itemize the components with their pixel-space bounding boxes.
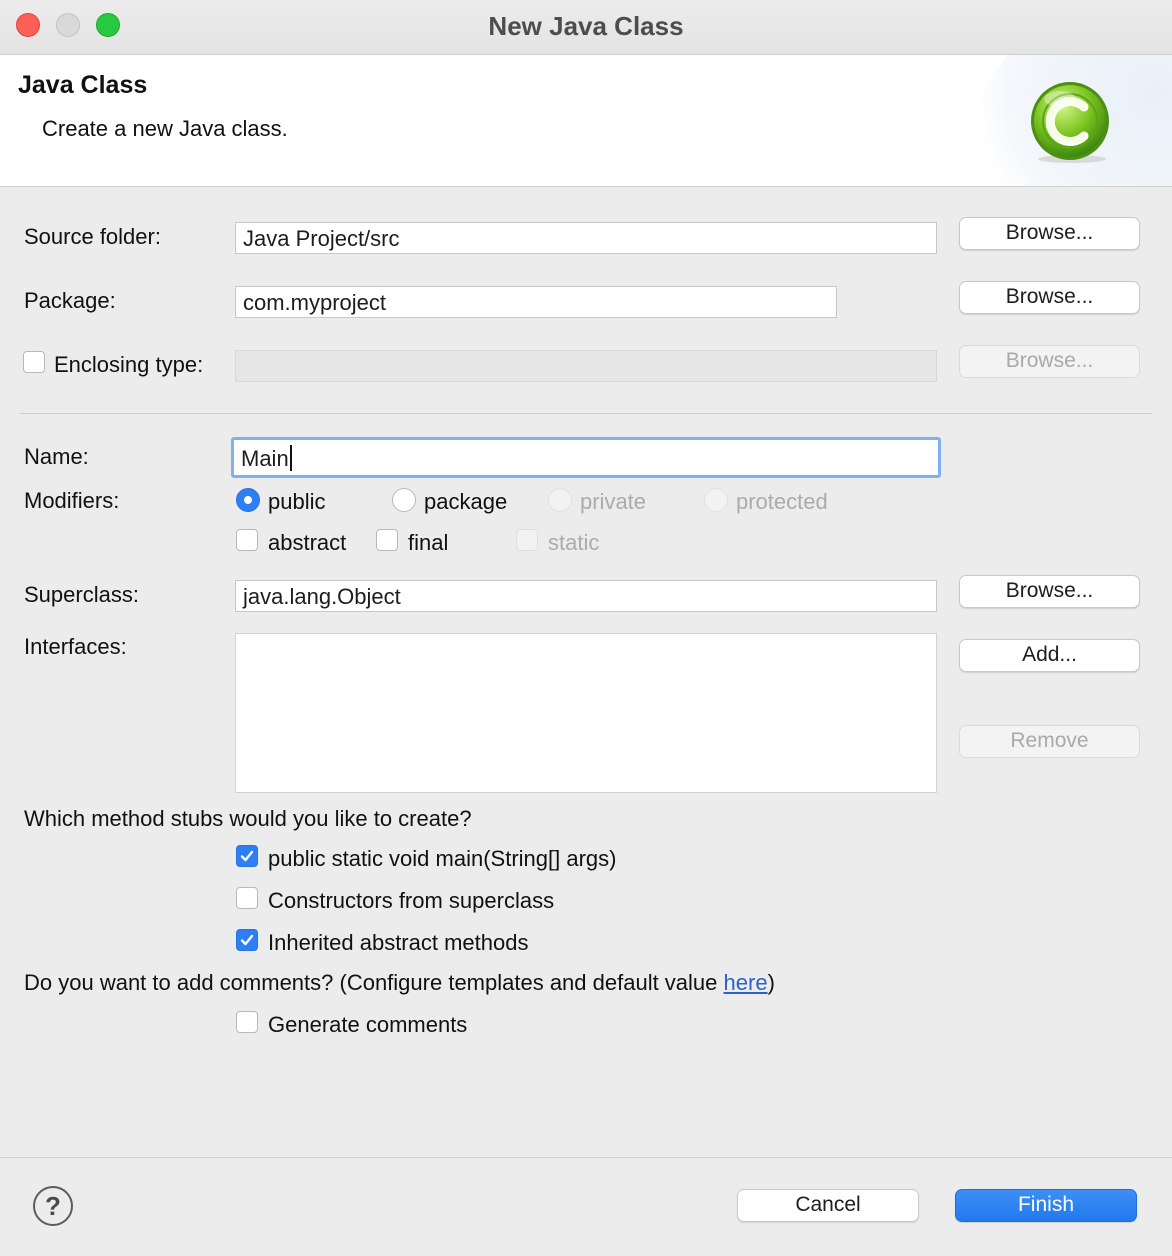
package-label: Package: bbox=[24, 288, 116, 313]
source-folder-label: Source folder: bbox=[24, 224, 161, 249]
wizard-header: Java Class Create a new Java class. bbox=[0, 55, 1172, 187]
interfaces-list[interactable] bbox=[235, 633, 937, 793]
superclass-browse-button[interactable]: Browse... bbox=[959, 575, 1140, 608]
package-radio-label: package bbox=[424, 489, 508, 514]
checkmark-icon bbox=[240, 850, 254, 862]
private-radio bbox=[548, 488, 572, 512]
abstract-checkbox[interactable] bbox=[236, 529, 258, 551]
cancel-button[interactable]: Cancel bbox=[737, 1189, 919, 1222]
superclass-input[interactable]: java.lang.Object bbox=[235, 580, 937, 612]
abstract-checkbox-label: abstract bbox=[268, 530, 347, 555]
package-browse-button[interactable]: Browse... bbox=[959, 281, 1140, 314]
constructors-label: Constructors from superclass bbox=[268, 888, 555, 913]
title-bar: New Java Class bbox=[0, 0, 1172, 55]
comments-question-suffix: ) bbox=[767, 970, 775, 995]
comments-question-text: Do you want to add comments? (Configure … bbox=[24, 970, 724, 995]
class-name-input[interactable]: Main bbox=[231, 437, 941, 478]
enclosing-type-input bbox=[235, 350, 937, 382]
section-divider bbox=[20, 413, 1152, 414]
final-checkbox[interactable] bbox=[376, 529, 398, 551]
package-input[interactable]: com.myproject bbox=[235, 286, 837, 318]
footer-divider bbox=[0, 1157, 1172, 1158]
modifiers-label: Modifiers: bbox=[24, 488, 120, 513]
text-caret bbox=[289, 445, 292, 471]
public-radio-label: public bbox=[268, 489, 326, 514]
enclosing-type-label: Enclosing type: bbox=[54, 352, 204, 377]
final-checkbox-label: final bbox=[408, 530, 449, 555]
constructors-checkbox[interactable] bbox=[236, 887, 258, 909]
public-radio[interactable] bbox=[236, 488, 260, 512]
wizard-page-description: Create a new Java class. bbox=[42, 116, 288, 141]
static-checkbox-label: static bbox=[548, 530, 600, 555]
static-checkbox bbox=[516, 529, 538, 551]
protected-radio bbox=[704, 488, 728, 512]
wizard-page-title: Java Class bbox=[18, 71, 148, 99]
name-label: Name: bbox=[24, 444, 89, 469]
generate-comments-checkbox[interactable] bbox=[236, 1011, 258, 1033]
method-stubs-question: Which method stubs would you like to cre… bbox=[24, 806, 472, 831]
configure-templates-link[interactable]: here bbox=[724, 970, 768, 995]
add-interface-button[interactable]: Add... bbox=[959, 639, 1140, 672]
help-icon[interactable]: ? bbox=[33, 1186, 73, 1226]
main-method-label: public static void main(String[] args) bbox=[268, 846, 617, 871]
comments-question: Do you want to add comments? (Configure … bbox=[24, 970, 775, 996]
java-class-icon bbox=[1031, 82, 1109, 163]
enclosing-type-checkbox[interactable] bbox=[23, 351, 45, 373]
main-method-checkbox[interactable] bbox=[236, 845, 258, 867]
inherited-abstract-checkbox[interactable] bbox=[236, 929, 258, 951]
window-title: New Java Class bbox=[488, 11, 684, 41]
private-radio-label: private bbox=[580, 489, 647, 514]
source-folder-input[interactable]: Java Project/src bbox=[235, 222, 937, 254]
package-radio[interactable] bbox=[392, 488, 416, 512]
source-folder-browse-button[interactable]: Browse... bbox=[959, 217, 1140, 250]
class-name-value: Main bbox=[241, 446, 289, 471]
checkmark-icon bbox=[240, 934, 254, 946]
finish-button[interactable]: Finish bbox=[955, 1189, 1137, 1222]
interfaces-label: Interfaces: bbox=[24, 634, 127, 659]
superclass-label: Superclass: bbox=[24, 582, 139, 607]
enclosing-type-browse-button: Browse... bbox=[959, 345, 1140, 378]
remove-interface-button: Remove bbox=[959, 725, 1140, 758]
inherited-abstract-label: Inherited abstract methods bbox=[268, 930, 529, 955]
protected-radio-label: protected bbox=[736, 489, 828, 514]
generate-comments-label: Generate comments bbox=[268, 1012, 468, 1037]
